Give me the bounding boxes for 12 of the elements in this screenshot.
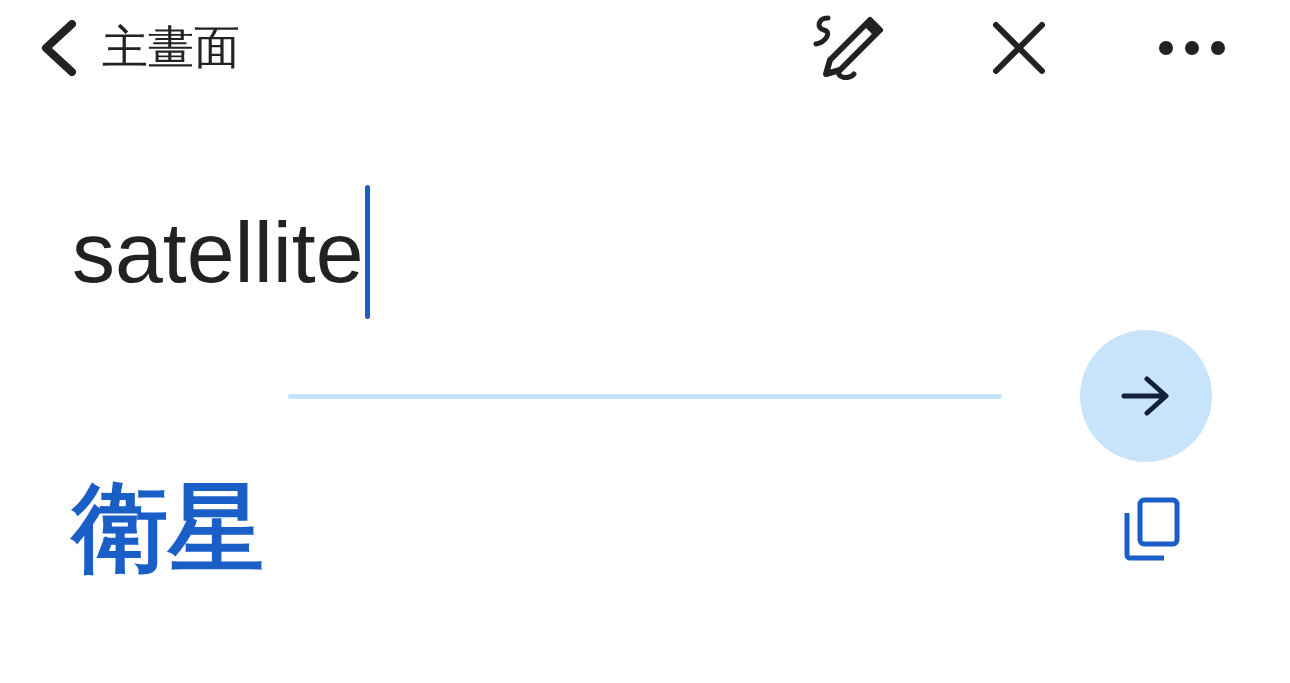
arrow-icon — [1121, 376, 1171, 416]
more-button[interactable] — [1158, 40, 1226, 56]
copy-icon — [1124, 496, 1180, 561]
close-button[interactable] — [992, 21, 1046, 75]
translation-text: 衛星 — [72, 476, 265, 582]
more-icon — [1158, 40, 1226, 56]
pen-icon — [810, 14, 886, 82]
close-icon — [992, 21, 1046, 75]
copy-button[interactable] — [1124, 496, 1180, 561]
back-button[interactable]: 主畫面 — [38, 17, 240, 79]
handwriting-button[interactable] — [810, 14, 886, 82]
input-field[interactable]: satellite — [72, 184, 370, 320]
